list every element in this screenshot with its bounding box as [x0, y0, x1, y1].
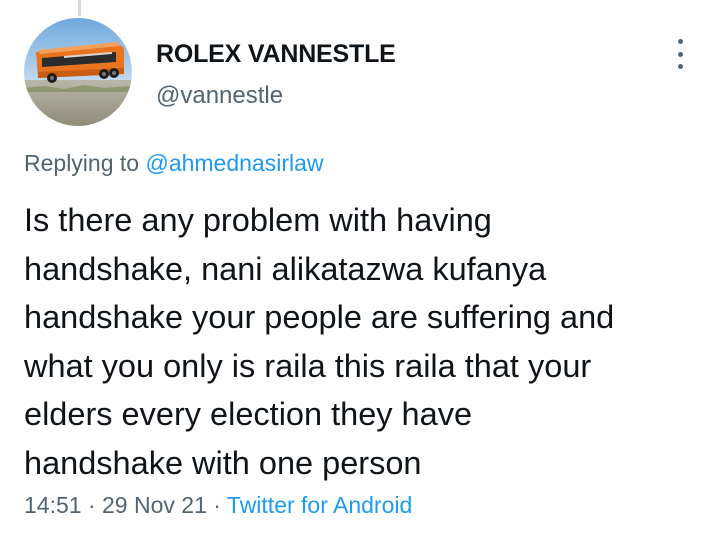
tweet-text-line: what you only is raila this raila that y…: [24, 347, 592, 384]
replying-to-mention-link[interactable]: @ahmednasirlaw: [145, 150, 323, 176]
display-name[interactable]: ROLEX VANNESTLE: [156, 40, 396, 69]
avatar-image: [24, 18, 132, 126]
tweet-metadata: 14:51 · 29 Nov 21 · Twitter for Android: [24, 492, 412, 519]
tweet-text-line: handshake your people are suffering and: [24, 299, 615, 336]
tweet-text-line: handshake with one person: [24, 444, 422, 481]
replying-to-line: Replying to @ahmednasirlaw: [24, 150, 324, 177]
meta-separator: ·: [87, 492, 96, 518]
more-vertical-icon: [677, 64, 683, 69]
avatar[interactable]: [24, 18, 132, 126]
meta-separator: ·: [213, 492, 221, 518]
tweet-source-link[interactable]: Twitter for Android: [227, 492, 412, 518]
tweet-text-line: handshake, nani alikatazwa kufanya: [24, 250, 547, 287]
user-handle[interactable]: @vannestle: [156, 82, 283, 110]
thread-connector-line: [78, 0, 81, 16]
tweet-text: Is there any problem with having handsha…: [24, 196, 714, 488]
more-options-button[interactable]: [668, 36, 692, 72]
tweet-text-line: Is there any problem with having: [24, 202, 492, 238]
tweet-time[interactable]: 14:51: [24, 492, 82, 518]
tweet-date[interactable]: 29 Nov 21: [102, 492, 207, 518]
more-vertical-icon: [677, 39, 683, 44]
replying-to-prefix: Replying to: [24, 150, 140, 176]
tweet-text-line: elders every election they have: [24, 396, 473, 433]
more-vertical-icon: [677, 51, 683, 57]
